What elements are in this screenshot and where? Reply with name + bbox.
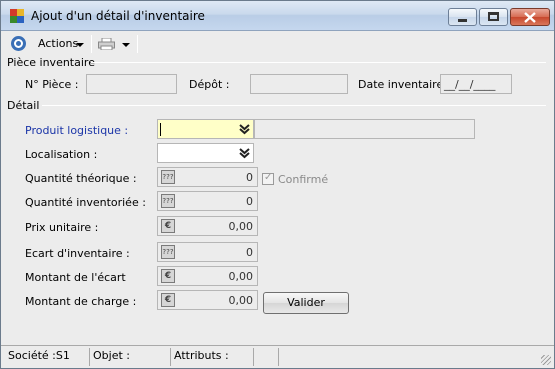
- prix-unitaire-label: Prix unitaire :: [25, 221, 99, 234]
- title-bar[interactable]: Ajout d'un détail d'inventaire: [1, 1, 554, 31]
- actions-dropdown-icon[interactable]: [76, 43, 84, 47]
- section-divider: [42, 105, 546, 106]
- quantite-theorique-field: ??? 0: [157, 167, 258, 187]
- numeric-icon: ???: [161, 194, 175, 208]
- euro-icon: €: [161, 219, 175, 233]
- minimize-icon: [458, 19, 467, 22]
- section-piece-inventaire: Pièce inventaire: [7, 56, 95, 69]
- section-detail: Détail: [7, 99, 40, 112]
- valider-button[interactable]: Valider: [263, 292, 349, 314]
- status-objet: Objet :: [90, 348, 171, 366]
- numero-piece-label: N° Pièce :: [25, 78, 79, 91]
- quantite-theorique-label: Quantité théorique :: [25, 172, 137, 185]
- montant-ecart-field: € 0,00: [157, 266, 258, 286]
- text-cursor: [160, 123, 161, 136]
- ecart-inventaire-label: Ecart d'inventaire :: [25, 247, 130, 260]
- actions-menu[interactable]: Actions: [38, 37, 78, 50]
- actions-label: Actions: [38, 37, 79, 50]
- date-inventaire-label: Date inventaire :: [358, 78, 451, 91]
- chevron-down-icon[interactable]: [238, 123, 251, 135]
- status-societe: Société :S1: [5, 348, 90, 366]
- confirme-checkbox[interactable]: [262, 172, 274, 185]
- montant-charge-field[interactable]: € 0,00: [157, 290, 258, 310]
- toolbar: Actions: [1, 31, 554, 57]
- maximize-icon: [488, 12, 499, 21]
- numeric-icon: ???: [161, 170, 175, 184]
- app-icon: [10, 9, 24, 24]
- chevron-down-icon[interactable]: [238, 147, 251, 159]
- produit-logistique-label: Produit logistique :: [25, 124, 129, 137]
- produit-logistique-input[interactable]: [157, 119, 254, 139]
- numero-piece-field[interactable]: [86, 74, 177, 94]
- ecart-inventaire-field: ??? 0: [157, 242, 258, 262]
- minimize-button[interactable]: [448, 8, 477, 26]
- navigation-radio-icon[interactable]: [11, 36, 26, 51]
- confirme-label: Confirmé: [278, 173, 329, 186]
- close-icon: [524, 12, 536, 23]
- numeric-icon: ???: [161, 245, 175, 259]
- toolbar-separator: [137, 35, 138, 53]
- close-button[interactable]: [510, 8, 550, 26]
- produit-logistique-description: [254, 119, 475, 139]
- prix-unitaire-field[interactable]: € 0,00: [157, 216, 258, 236]
- resize-grip-icon[interactable]: [541, 355, 551, 365]
- localisation-label: Localisation :: [25, 148, 98, 161]
- montant-ecart-label: Montant de l'écart: [25, 271, 126, 284]
- localisation-input[interactable]: [157, 143, 254, 163]
- depot-label: Dépôt :: [189, 78, 230, 91]
- euro-icon: €: [161, 293, 175, 307]
- section-divider: [91, 62, 546, 63]
- status-extra: [254, 348, 279, 366]
- depot-field[interactable]: [250, 74, 348, 94]
- print-dropdown-icon[interactable]: [122, 43, 130, 47]
- quantite-inventoriee-label: Quantité inventoriée :: [25, 196, 146, 209]
- window-title: Ajout d'un détail d'inventaire: [31, 9, 205, 23]
- maximize-button[interactable]: [479, 8, 508, 26]
- montant-charge-label: Montant de charge :: [25, 295, 137, 308]
- status-attributs: Attributs :: [171, 348, 254, 366]
- date-inventaire-field[interactable]: __/__/____: [440, 74, 512, 94]
- status-bar: Société :S1 Objet : Attributs :: [1, 345, 554, 368]
- euro-icon: €: [161, 269, 175, 283]
- dialog-window: Ajout d'un détail d'inventaire Actions P…: [0, 0, 555, 369]
- printer-icon[interactable]: [98, 38, 115, 50]
- quantite-inventoriee-field[interactable]: ??? 0: [157, 191, 258, 211]
- toolbar-separator: [91, 35, 92, 53]
